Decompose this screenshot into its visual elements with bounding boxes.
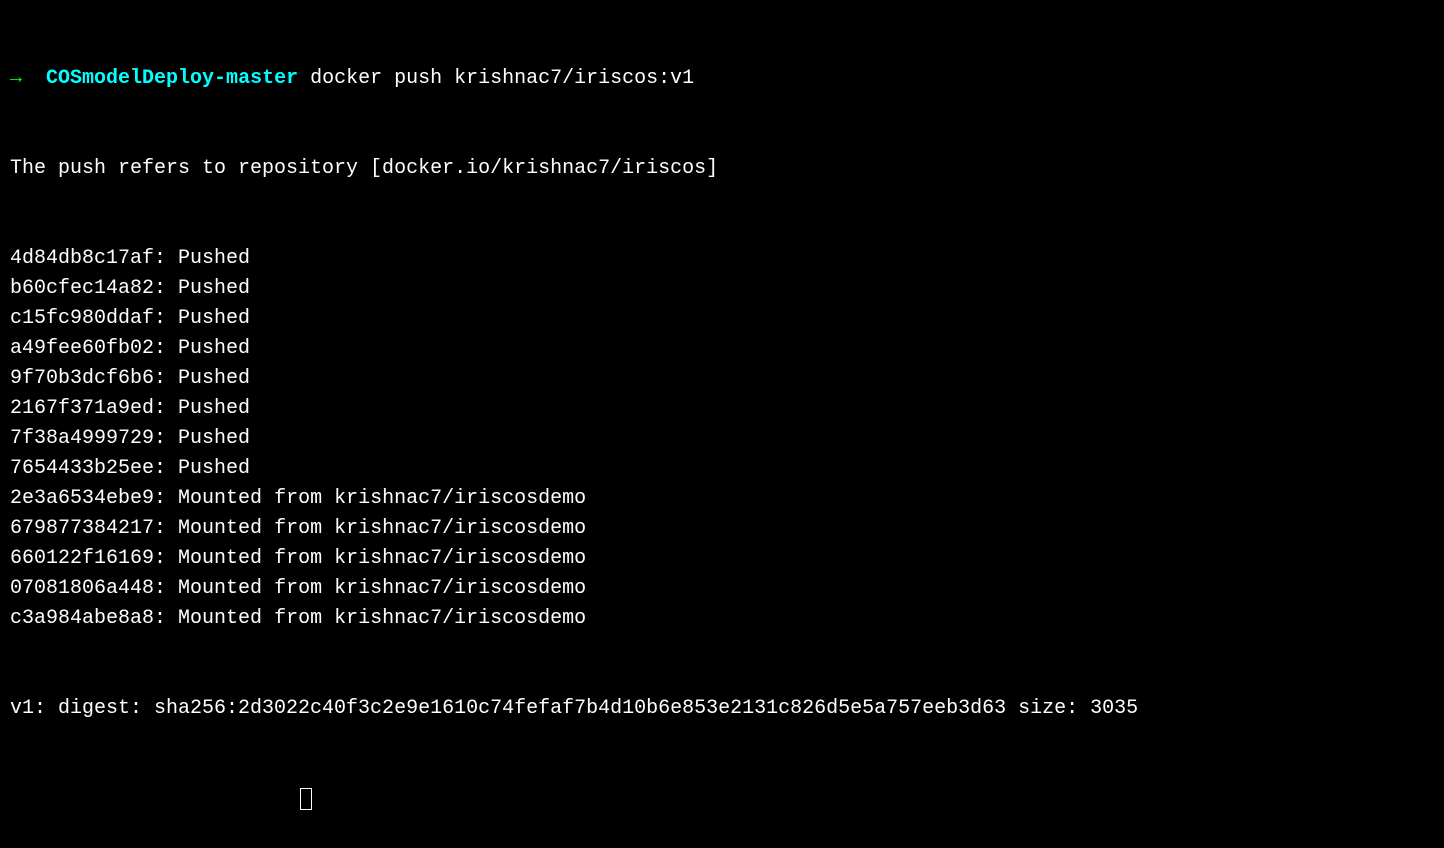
prompt-directory: COSmodelDeploy-master [46,67,298,90]
layer-hash: 07081806a448 [10,577,154,600]
command-text: docker push krishnac7/iriscos:v1 [310,67,694,90]
layer-line: 2e3a6534ebe9: Mounted from krishnac7/iri… [10,484,1434,514]
layer-status: Pushed [178,457,250,480]
digest-line: v1: digest: sha256:2d3022c40f3c2e9e1610c… [10,694,1434,724]
repo-info-line: The push refers to repository [docker.io… [10,154,1434,184]
prompt-line: → COSmodelDeploy-master docker push kris… [10,64,1434,94]
layer-status: Mounted from krishnac7/iriscosdemo [178,487,586,510]
prompt-arrow-icon: → [10,67,22,90]
layer-line: b60cfec14a82: Pushed [10,274,1434,304]
layer-status: Mounted from krishnac7/iriscosdemo [178,547,586,570]
layer-line: 07081806a448: Mounted from krishnac7/iri… [10,574,1434,604]
layer-line: 679877384217: Mounted from krishnac7/iri… [10,514,1434,544]
layer-status: Pushed [178,337,250,360]
layer-status: Pushed [178,247,250,270]
layer-status: Pushed [178,277,250,300]
layer-line: a49fee60fb02: Pushed [10,334,1434,364]
layer-hash: 679877384217 [10,517,154,540]
layer-line: 7f38a4999729: Pushed [10,424,1434,454]
layer-hash: a49fee60fb02 [10,337,154,360]
layer-status: Mounted from krishnac7/iriscosdemo [178,577,586,600]
layer-status: Pushed [178,367,250,390]
layer-hash: 7654433b25ee [10,457,154,480]
layer-status: Mounted from krishnac7/iriscosdemo [178,607,586,630]
layer-hash: 2e3a6534ebe9 [10,487,154,510]
layer-hash: b60cfec14a82 [10,277,154,300]
layer-line: c15fc980ddaf: Pushed [10,304,1434,334]
layer-line: 7654433b25ee: Pushed [10,454,1434,484]
layer-hash: c3a984abe8a8 [10,607,154,630]
layer-line: 660122f16169: Mounted from krishnac7/iri… [10,544,1434,574]
cursor-line [10,784,1434,814]
cursor-icon [300,788,312,810]
layer-hash: 660122f16169 [10,547,154,570]
layer-hash: 7f38a4999729 [10,427,154,450]
layer-hash: 4d84db8c17af [10,247,154,270]
layer-status: Pushed [178,427,250,450]
layer-line: 2167f371a9ed: Pushed [10,394,1434,424]
layer-hash: 9f70b3dcf6b6 [10,367,154,390]
layer-line: 4d84db8c17af: Pushed [10,244,1434,274]
terminal-output[interactable]: → COSmodelDeploy-master docker push kris… [0,0,1444,848]
layer-line: c3a984abe8a8: Mounted from krishnac7/iri… [10,604,1434,634]
layer-status: Mounted from krishnac7/iriscosdemo [178,517,586,540]
layer-status: Pushed [178,397,250,420]
layer-status: Pushed [178,307,250,330]
layer-line: 9f70b3dcf6b6: Pushed [10,364,1434,394]
layer-hash: 2167f371a9ed [10,397,154,420]
layer-hash: c15fc980ddaf [10,307,154,330]
